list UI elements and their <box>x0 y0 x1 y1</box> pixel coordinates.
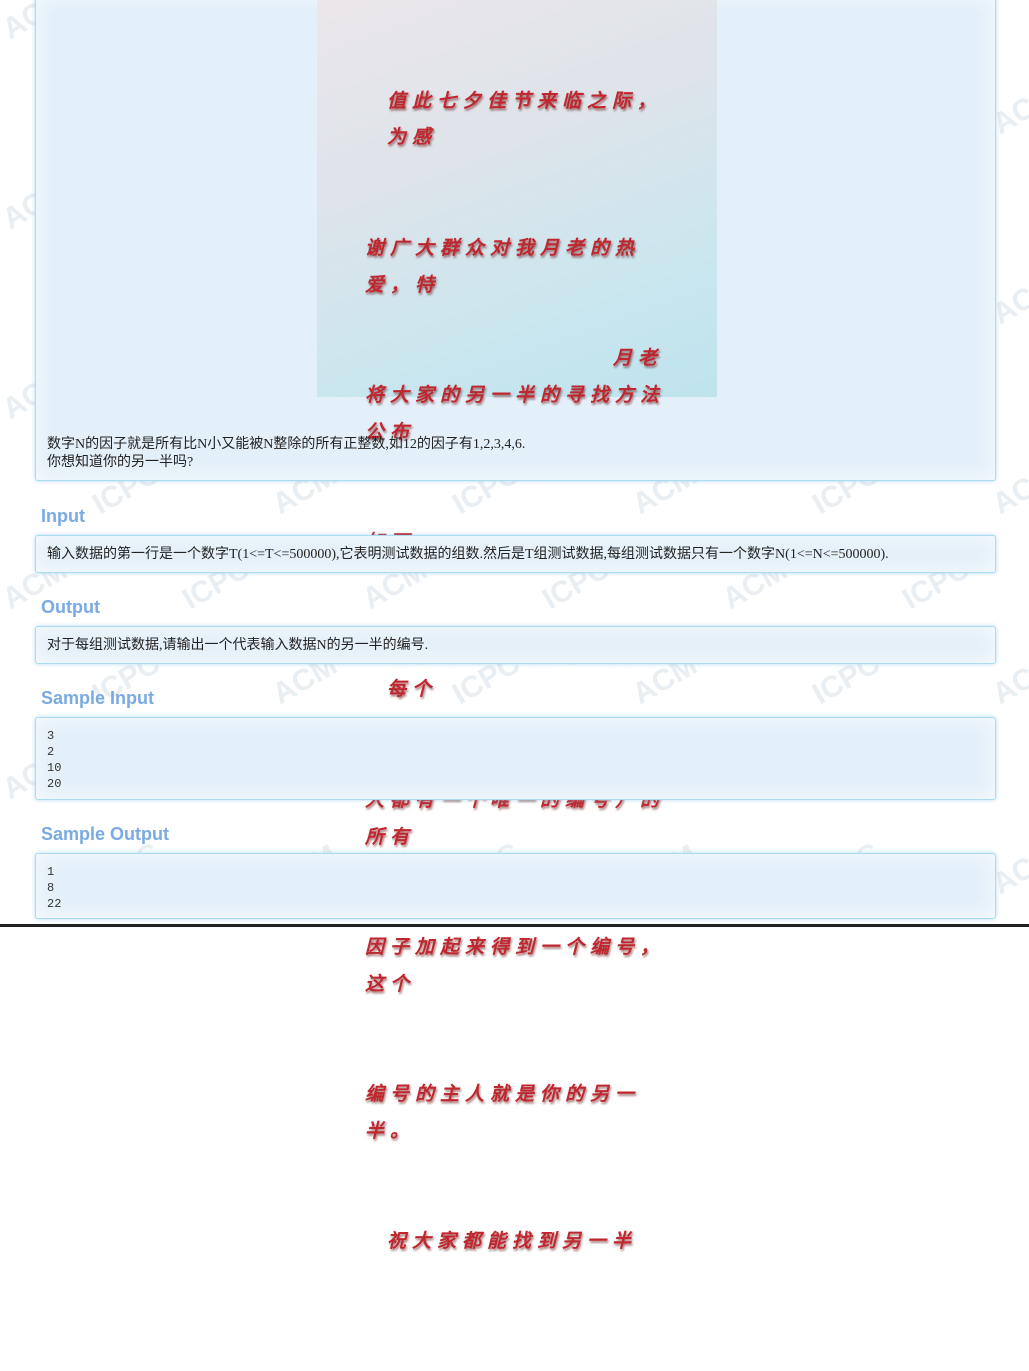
sample-output-panel: 1 8 22 <box>35 853 996 919</box>
poster-image: 值此七夕佳节来临之际，为感 谢广大群众对我月老的热爱，特 将大家的另一半的寻找方… <box>317 0 717 1252</box>
input-text: 输入数据的第一行是一个数字T(1<=T<=500000),它表明测试数据的组数.… <box>47 547 889 562</box>
poem-signature: 月老 <box>613 348 664 369</box>
input-panel: 输入数据的第一行是一个数字T(1<=T<=500000),它表明测试数据的组数.… <box>35 535 996 573</box>
sample-output-text[interactable]: 1 8 22 <box>47 864 61 912</box>
sample-input-panel: 3 2 10 20 <box>35 717 996 800</box>
description-line: 数字N的因子就是所有比N小又能被N整除的所有正整数,如12的因子有1,2,3,4… <box>47 437 526 452</box>
output-text: 对于每组测试数据,请输出一个代表输入数据N的另一半的编号. <box>47 638 429 653</box>
poem-line: 祝大家都能找到另一半 <box>387 1231 638 1253</box>
input-heading: Input <box>41 506 85 526</box>
output-heading: Output <box>41 597 100 617</box>
poem-line: 谢广大群众对我月老的热爱，特 <box>365 237 641 296</box>
output-panel: 对于每组测试数据,请输出一个代表输入数据N的另一半的编号. <box>35 626 996 664</box>
description-text: 数字N的因子就是所有比N小又能被N整除的所有正整数,如12的因子有1,2,3,4… <box>47 436 525 472</box>
poem-line: 编号的主人就是你的另一半。 <box>365 1084 641 1142</box>
poem-line: 因子加起来得到一个编号，这个 <box>365 936 666 995</box>
description-line: 你想知道你的另一半吗? <box>47 455 194 470</box>
poem-line: 值此七夕佳节来临之际，为感 <box>387 90 663 149</box>
description-panel: 值此七夕佳节来临之际，为感 谢广大群众对我月老的热爱，特 将大家的另一半的寻找方… <box>35 0 996 1252</box>
sample-input-text[interactable]: 3 2 10 20 <box>47 728 61 792</box>
sample-output-heading: Sample Output <box>41 824 170 844</box>
poster-poem: 值此七夕佳节来临之际，为感 谢广大群众对我月老的热爱，特 将大家的另一半的寻找方… <box>365 10 675 1371</box>
sample-input-heading: Sample Input <box>41 688 155 708</box>
